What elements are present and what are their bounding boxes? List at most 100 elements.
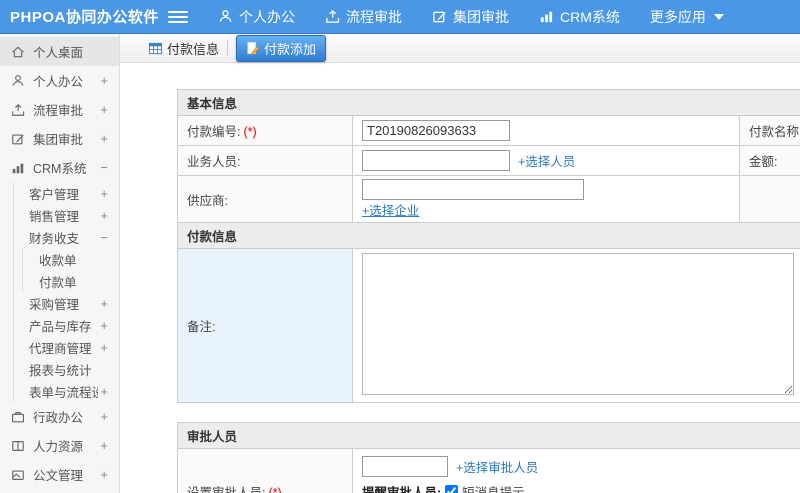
nav-personal-office[interactable]: 个人办公 [218, 7, 295, 27]
sidebar-item-crm-system[interactable]: CRM系统 − [0, 153, 119, 182]
tab-divider [227, 40, 229, 56]
user-icon [11, 74, 26, 88]
sidebar-item-personal-office[interactable]: 个人办公 + [0, 66, 119, 95]
sidebar-item-admin-office[interactable]: 行政办公 + [0, 402, 119, 431]
sidebar-item-label: 公文管理 [33, 469, 84, 483]
section-header-approver: 审批人员 [176, 422, 800, 449]
supplier-input[interactable] [362, 179, 584, 200]
expand-plus[interactable]: + [98, 467, 108, 482]
table-icon [148, 42, 163, 54]
remark-label-cell: 备注: [177, 248, 353, 403]
expand-plus[interactable]: + [98, 340, 108, 355]
bar-chart-icon [11, 161, 26, 175]
amount-label-cell: 金额: [738, 145, 800, 176]
business-person-input[interactable] [362, 150, 510, 171]
top-bar: PHPOA协同办公软件 个人办公 流程审批 集团审批 CRM系统 更多应用 [0, 0, 800, 34]
nav-label: 个人办公 [239, 8, 295, 25]
caret-down-icon [713, 13, 724, 20]
expand-plus[interactable]: + [98, 384, 108, 399]
section-header-basic-info: 基本信息 [176, 89, 800, 116]
sidebar-item-label: 个人办公 [33, 75, 84, 89]
sidebar-item-reports-stats[interactable]: 报表与统计 [14, 358, 119, 380]
document-icon [11, 468, 26, 482]
nav-label: CRM系统 [560, 8, 620, 25]
nav-more-apps[interactable]: 更多应用 [650, 7, 724, 27]
sidebar-item-process-approval[interactable]: 流程审批 + [0, 95, 119, 124]
form-area: 基本信息 付款编号:(*) 付款名称:(*) 业务人员: [120, 63, 800, 493]
pay-no-label-cell: 付款编号: (*) [177, 115, 353, 146]
share-icon [325, 9, 340, 24]
sidebar-item-document-mgmt[interactable]: 公文管理 + [0, 460, 119, 489]
sidebar-item-group-approval[interactable]: 集团审批 + [0, 124, 119, 153]
home-icon [11, 45, 26, 59]
nav-label: 流程审批 [346, 8, 402, 25]
pay-name-label-cell: 付款名称:(*) [738, 115, 800, 146]
tab-strip: 付款信息 付款添加 [120, 34, 800, 63]
sidebar: 个人桌面 个人办公 + 流程审批 + 集团审批 + CRM系统 − 客户管理 +… [0, 34, 120, 493]
sidebar-item-form-flow-settings[interactable]: 表单与流程设置 + [14, 380, 119, 402]
approver-table: 审批人员 设置审批人员: (*) +选择审批人员 提醒审批人员: 短消息提示 [176, 422, 800, 493]
tab-payment-info[interactable]: 付款信息 [148, 39, 219, 58]
sidebar-item-label: 流程审批 [33, 104, 84, 118]
edit-icon [11, 132, 26, 146]
main-content: 付款信息 付款添加 基本信息 付款编号: (*) T20190826093633… [120, 34, 800, 493]
supplier-label-cell: 供应商: [177, 175, 353, 223]
expand-plus[interactable]: + [98, 131, 108, 146]
expand-plus[interactable]: + [98, 318, 108, 333]
nav-label: 更多应用 [649, 8, 706, 25]
sidebar-item-purchase-mgmt[interactable]: 采购管理 + [14, 292, 119, 314]
business-field-cell: +选择人员 [352, 145, 740, 176]
remark-textarea[interactable] [362, 253, 794, 395]
sidebar-item-finance-inout[interactable]: 财务收支 − [14, 226, 119, 248]
approver-label-cell: 设置审批人员: (*) [177, 448, 353, 493]
pay-no-input[interactable] [362, 120, 510, 141]
expand-plus[interactable]: + [98, 208, 108, 223]
select-company-link[interactable]: +选择企业 [362, 204, 419, 218]
sidebar-item-customer-mgmt[interactable]: 客户管理 + [14, 182, 119, 204]
sidebar-item-personal-desktop[interactable]: 个人桌面 [0, 37, 119, 66]
expand-plus[interactable]: + [98, 102, 108, 117]
nav-crm-system[interactable]: CRM系统 [539, 7, 620, 27]
sidebar-item-agent-mgmt[interactable]: 代理商管理 + [14, 336, 119, 358]
supplier-field-cell: +选择企业 [352, 175, 740, 223]
expand-plus[interactable]: + [98, 186, 108, 201]
bar-chart-icon [539, 9, 554, 24]
sidebar-item-label: 个人桌面 [33, 46, 84, 60]
hamburger-menu-icon[interactable] [168, 10, 188, 23]
expand-plus[interactable]: + [98, 296, 108, 311]
required-mark: (*) [268, 486, 282, 493]
sidebar-item-product-stock[interactable]: 产品与库存 + [14, 314, 119, 336]
remind-approver-label: 提醒审批人员: [362, 486, 442, 493]
book-icon [11, 439, 26, 453]
user-icon [218, 9, 233, 24]
sidebar-item-payment-order[interactable]: 付款单 [23, 270, 119, 292]
share-icon [11, 103, 26, 117]
expand-plus[interactable]: + [98, 438, 108, 453]
expand-minus[interactable]: − [98, 160, 108, 175]
briefcase-icon [11, 410, 26, 424]
select-person-link[interactable]: +选择人员 [518, 151, 575, 170]
edit-page-icon [247, 41, 260, 55]
sidebar-item-label: CRM系统 [33, 162, 87, 176]
crm-submenu: 客户管理 + 销售管理 + 财务收支 − 收款单 付款单 采购管理 + 产品与库… [13, 182, 119, 402]
sidebar-item-sales-mgmt[interactable]: 销售管理 + [14, 204, 119, 226]
sidebar-item-receipt-order[interactable]: 收款单 [23, 248, 119, 270]
remark-field-cell [351, 248, 800, 403]
approver-field-cell: +选择审批人员 提醒审批人员: 短消息提示 注: 流程第一步审批人员，这里选择你… [351, 448, 800, 493]
nav-process-approval[interactable]: 流程审批 [325, 7, 402, 27]
expand-minus[interactable]: − [98, 230, 108, 245]
nav-group-approval[interactable]: 集团审批 [432, 7, 509, 27]
expand-plus[interactable]: + [98, 73, 108, 88]
tab-payment-add-active[interactable]: 付款添加 [236, 34, 327, 62]
sms-notify-checkbox[interactable] [445, 485, 459, 493]
approver-input[interactable] [362, 456, 448, 477]
sidebar-item-label: 行政办公 [33, 411, 84, 425]
business-label-cell: 业务人员: [177, 145, 353, 176]
sidebar-item-human-resources[interactable]: 人力资源 + [0, 431, 119, 460]
nav-label: 集团审批 [453, 8, 509, 25]
sms-notify-label: 短消息提示 [462, 486, 525, 493]
section-header-payment-info: 付款信息 [176, 222, 800, 249]
expand-plus[interactable]: + [98, 409, 108, 424]
top-nav: 个人办公 流程审批 集团审批 CRM系统 更多应用 [218, 7, 724, 27]
select-approver-link[interactable]: +选择审批人员 [456, 457, 538, 476]
